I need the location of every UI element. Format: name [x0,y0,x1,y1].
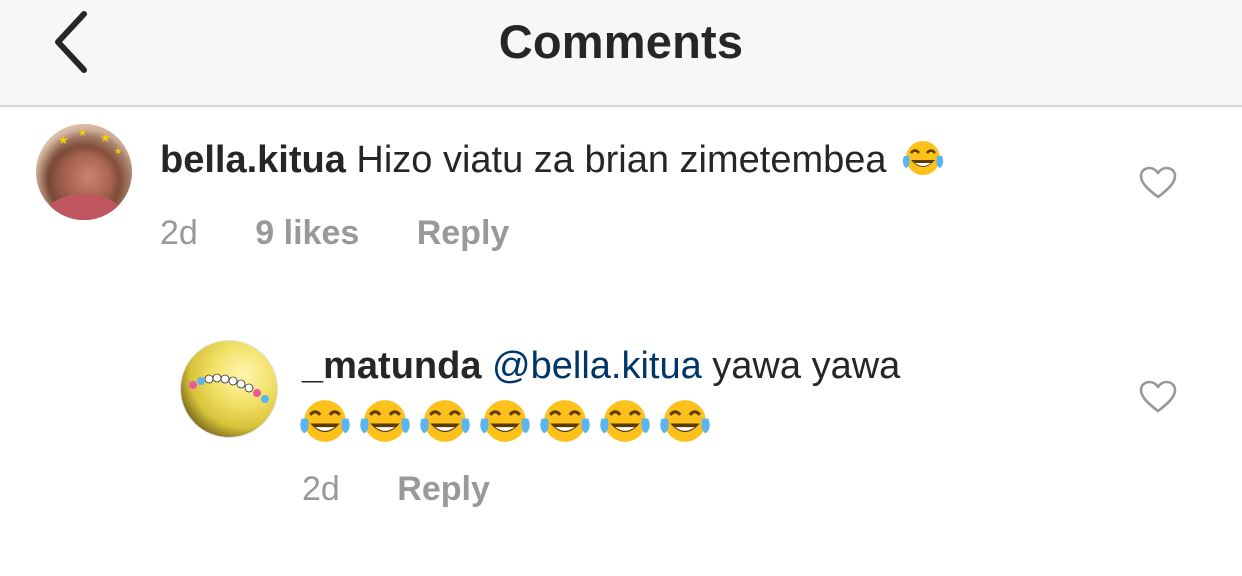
heart-outline-icon[interactable] [1139,380,1177,414]
svg-text:★: ★ [114,146,122,156]
comment-text: Hizo viatu za brian zimetembea [356,139,887,181]
tears-of-joy-emoji-icon [902,141,944,175]
svg-text:★: ★ [58,133,69,147]
heart-outline-icon[interactable] [1139,166,1177,200]
bracelet-beads-icon [189,373,269,403]
top-bar: Comments [0,0,1242,107]
reply-button[interactable]: Reply [397,470,490,508]
comment-text: yawa yawa [712,345,901,387]
comment-username[interactable]: bella.kitua [160,139,346,181]
svg-text:★: ★ [78,128,87,139]
reply-body: _matunda @bella.kitua yawa yawa [302,343,900,389]
tears-of-joy-emoji-icon [300,400,350,442]
reply-meta: 2d Reply [302,470,538,509]
likes-count[interactable]: 9 likes [255,214,359,252]
mention-link[interactable]: @bella.kitua [492,345,702,387]
comment-username[interactable]: _matunda [302,345,481,387]
comment-time: 2d [302,470,340,508]
comment-body: bella.kitua Hizo viatu za brian zimetemb… [160,137,945,183]
svg-text:★: ★ [100,131,111,145]
sparkle-icon: ★ ★ ★ ★ [58,128,122,156]
comment-meta: 2d 9 likes Reply [160,214,557,253]
tears-of-joy-emoji-icon [660,400,710,442]
reply-button[interactable]: Reply [417,214,510,252]
tears-of-joy-emoji-icon [480,400,530,442]
tears-of-joy-emoji-icon [420,400,470,442]
avatar[interactable]: ★ ★ ★ ★ [36,124,132,220]
page-title: Comments [498,15,744,68]
emoji-row [298,396,712,451]
avatar[interactable] [180,340,278,438]
comment-time: 2d [160,214,198,252]
tears-of-joy-emoji-icon [600,400,650,442]
tears-of-joy-emoji-icon [540,400,590,442]
tears-of-joy-emoji-icon [360,400,410,442]
